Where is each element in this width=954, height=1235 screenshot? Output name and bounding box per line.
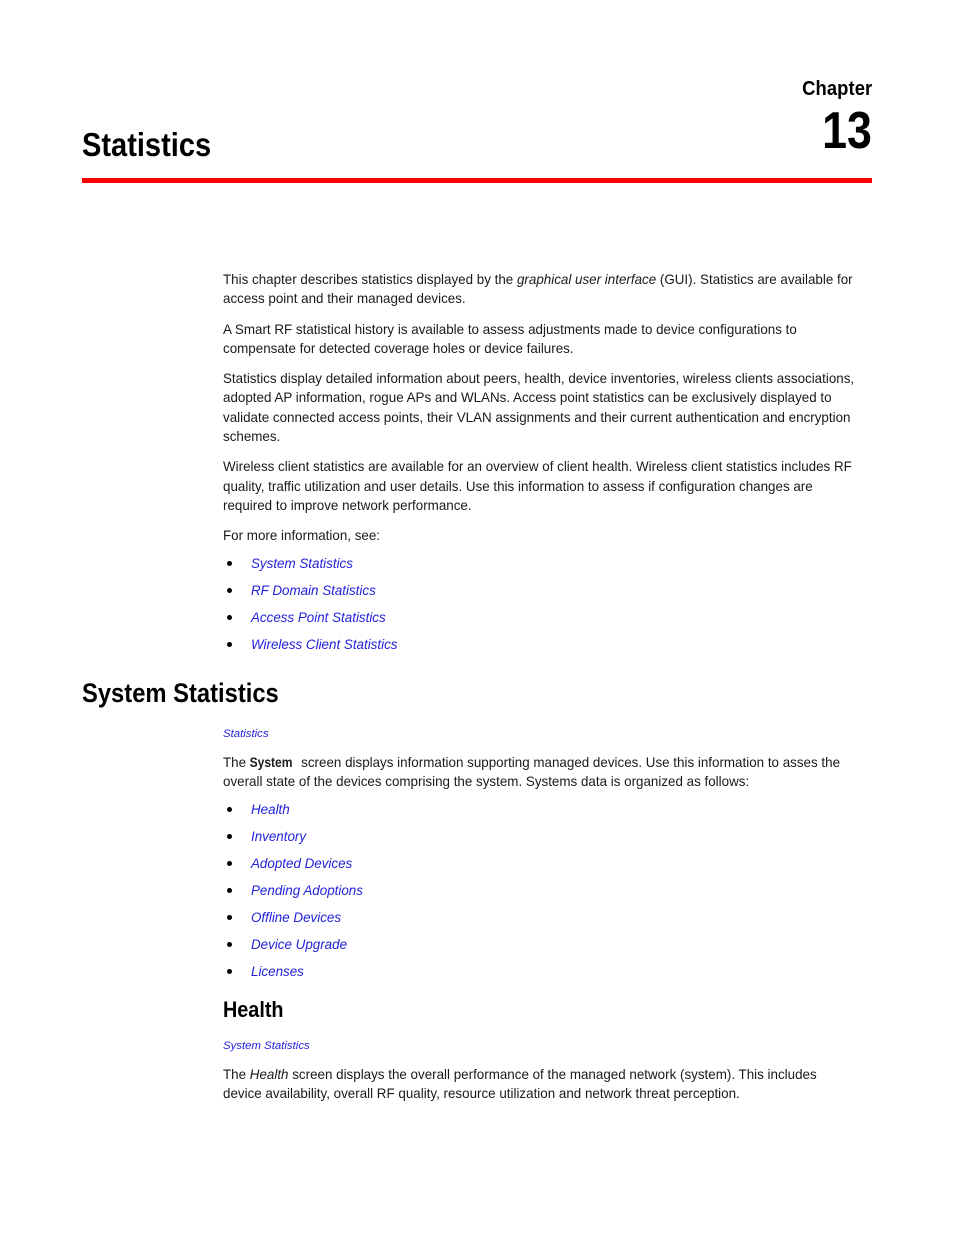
link-system-statistics[interactable]: System Statistics [251, 556, 353, 571]
link-rf-domain-statistics[interactable]: RF Domain Statistics [251, 583, 376, 598]
chapter-title: Statistics [82, 126, 212, 163]
link-licenses[interactable]: Licenses [251, 964, 304, 979]
list-item: RF Domain Statistics [223, 583, 868, 599]
bullet-icon [227, 968, 232, 974]
intro-crossreference-list: System Statistics RF Domain Statistics A… [223, 556, 868, 653]
health-body: The Health screen displays the overall p… [223, 1065, 868, 1115]
bullet-icon [227, 833, 232, 839]
chapter-divider-rule [82, 178, 872, 183]
intro-p1-emphasis: graphical user interface [516, 272, 657, 287]
document-page: Chapter 13 Statistics This chapter descr… [0, 0, 954, 1235]
link-wireless-client-statistics[interactable]: Wireless Client Statistics [251, 637, 397, 652]
intro-paragraph-2: A Smart RF statistical history is availa… [223, 321, 797, 356]
intro-paragraph-4: Wireless client statistics are available… [223, 459, 852, 513]
list-item: Device Upgrade [223, 937, 868, 953]
link-access-point-statistics[interactable]: Access Point Statistics [251, 610, 386, 625]
health-intro-emphasis: Health [249, 1067, 289, 1082]
bullet-icon [227, 914, 232, 920]
intro-paragraph-3: Statistics display detailed information … [223, 371, 855, 445]
list-item: Pending Adoptions [223, 883, 868, 899]
bullet-icon [227, 941, 232, 947]
bullet-icon [227, 614, 232, 620]
sysstat-intro-bold-term: System [249, 755, 293, 770]
link-offline-devices[interactable]: Offline Devices [251, 910, 341, 925]
breadcrumb-link-system-statistics[interactable]: System Statistics [223, 1039, 310, 1053]
chapter-label: Chapter [801, 78, 872, 100]
breadcrumb-link-statistics[interactable]: Statistics [223, 727, 269, 741]
system-statistics-intro-paragraph: The System screen displays information s… [223, 753, 858, 792]
health-intro-text-a: The [223, 1067, 250, 1082]
list-item: Health [223, 802, 868, 818]
list-item: Access Point Statistics [223, 610, 868, 626]
list-item: Wireless Client Statistics [223, 637, 868, 653]
intro-link-list-block: System Statistics RF Domain Statistics A… [223, 556, 868, 653]
health-intro-text-b: screen displays the overall performance … [223, 1067, 817, 1102]
link-pending-adoptions[interactable]: Pending Adoptions [251, 883, 363, 898]
bullet-icon [227, 587, 232, 593]
bullet-icon [227, 806, 232, 812]
list-item: System Statistics [223, 556, 868, 572]
list-item: Adopted Devices [223, 856, 868, 872]
chapter-number: 13 [822, 102, 872, 160]
bullet-icon [227, 641, 232, 647]
intro-paragraph-1: This chapter describes statistics displa… [223, 270, 858, 309]
list-item: Offline Devices [223, 910, 868, 926]
system-statistics-link-list-block: Health Inventory Adopted Devices Pending… [223, 802, 868, 980]
link-inventory[interactable]: Inventory [251, 829, 306, 844]
link-device-upgrade[interactable]: Device Upgrade [251, 937, 347, 952]
health-intro-paragraph: The Health screen displays the overall p… [223, 1065, 858, 1104]
bullet-icon [227, 560, 232, 566]
chapter-intro-body: This chapter describes statistics displa… [223, 270, 868, 653]
chapter-header: Chapter 13 Statistics [82, 78, 872, 183]
system-statistics-crossreference-list: Health Inventory Adopted Devices Pending… [223, 802, 868, 980]
section-heading-system-statistics: System Statistics [82, 678, 279, 708]
system-statistics-body: The System screen displays information s… [223, 753, 868, 980]
intro-p1-text-a: This chapter describes statistics displa… [223, 272, 517, 287]
sysstat-intro-text-a: The [223, 755, 250, 770]
link-adopted-devices[interactable]: Adopted Devices [251, 856, 352, 871]
sysstat-intro-text-b: screen displays information supporting m… [223, 755, 841, 790]
link-health[interactable]: Health [251, 802, 290, 817]
bullet-icon [227, 860, 232, 866]
intro-paragraph-5: For more information, see: [223, 528, 381, 544]
list-item: Inventory [223, 829, 868, 845]
section-heading-health: Health [223, 997, 284, 1022]
list-item: Licenses [223, 964, 868, 980]
bullet-icon [227, 887, 232, 893]
